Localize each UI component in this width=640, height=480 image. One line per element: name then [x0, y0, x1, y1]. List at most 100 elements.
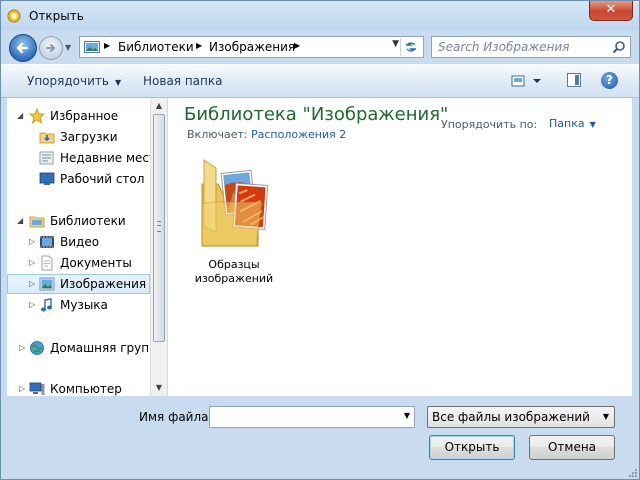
- breadcrumb-separator-icon[interactable]: ▶: [104, 41, 110, 50]
- recent-pages-dropdown[interactable]: ▼: [65, 44, 75, 52]
- chevron-down-icon: ▼: [602, 412, 609, 421]
- organize-label: Упорядочить: [27, 74, 109, 88]
- nav-label: Загрузки: [60, 130, 118, 144]
- back-arrow-icon: [16, 42, 29, 54]
- nav-item-music[interactable]: ▷ Музыка: [7, 295, 150, 315]
- change-view-button[interactable]: [511, 73, 541, 89]
- recent-places-icon: [39, 151, 54, 165]
- breadcrumb-separator-icon[interactable]: ▶: [294, 41, 300, 50]
- images-library-icon: [39, 277, 55, 291]
- locations-link[interactable]: Расположения 2: [251, 128, 346, 141]
- nav-item-documents[interactable]: ▷ Документы: [7, 253, 150, 273]
- nav-item-downloads[interactable]: Загрузки: [7, 127, 150, 147]
- filename-input[interactable]: ▼: [209, 406, 415, 428]
- scroll-down-icon[interactable]: ▼: [151, 380, 167, 396]
- nav-label: Изображения: [60, 277, 147, 291]
- star-icon: [29, 108, 45, 124]
- nav-item-video[interactable]: ▷ Видео: [7, 232, 150, 252]
- open-button[interactable]: Открыть: [429, 435, 515, 460]
- navigation-scrollbar[interactable]: ▲ ▼: [150, 98, 167, 396]
- nav-label: Документы: [60, 256, 132, 270]
- chevron-down-icon: ▼: [589, 120, 596, 129]
- folder-item[interactable]: Образцы изображений: [184, 154, 284, 286]
- scroll-up-icon[interactable]: ▲: [151, 98, 167, 114]
- resize-grip-icon[interactable]: [627, 467, 637, 477]
- nav-item-libraries[interactable]: ◢ Библиотеки: [7, 211, 150, 231]
- open-file-dialog: Открыть ✕ ▼ ▶ Библиотеки ▶ Изображения ▶: [0, 0, 640, 480]
- expand-icon[interactable]: ▷: [19, 384, 25, 393]
- libraries-icon: [29, 216, 45, 228]
- expand-icon[interactable]: ▷: [29, 300, 35, 309]
- chevron-down-icon: ▼: [114, 78, 122, 87]
- music-library-icon: [41, 298, 52, 312]
- refresh-button[interactable]: [400, 38, 421, 56]
- app-icon: [7, 9, 21, 23]
- expand-icon[interactable]: ▷: [29, 258, 35, 267]
- desktop-icon: [39, 172, 55, 185]
- nav-label: Домашняя группа: [50, 341, 150, 355]
- title-bar: Открыть ✕: [1, 1, 639, 31]
- address-dropdown-icon[interactable]: ▼: [392, 39, 399, 49]
- nav-label: Музыка: [60, 298, 108, 312]
- collapse-icon[interactable]: ◢: [17, 111, 23, 120]
- nav-item-favorites[interactable]: ◢ Избранное: [7, 106, 150, 126]
- homegroup-icon: [30, 341, 44, 355]
- nav-label: Недавние места: [60, 151, 150, 165]
- documents-library-icon: [41, 255, 53, 271]
- back-button[interactable]: [9, 34, 37, 62]
- navigation-pane: ◢ Избранное Загрузки Недавние места: [7, 98, 150, 396]
- search-icon[interactable]: [612, 40, 626, 54]
- file-type-select[interactable]: Все файлы изображений ▼: [427, 406, 615, 428]
- nav-item-homegroup[interactable]: ▷ Домашняя группа: [7, 338, 150, 358]
- includes-label: Включает:: [187, 128, 248, 141]
- chevron-down-icon[interactable]: ▼: [404, 411, 410, 420]
- forward-arrow-icon: [46, 44, 55, 52]
- preview-pane-button[interactable]: [567, 73, 581, 87]
- new-folder-button[interactable]: Новая папка: [143, 74, 222, 88]
- arrange-by-dropdown[interactable]: Папка ▼: [549, 117, 596, 130]
- arrange-by-label: Упорядочить по:: [441, 118, 538, 131]
- search-placeholder: Search Изображения: [438, 40, 570, 54]
- command-bar: Упорядочить ▼ Новая папка ?: [1, 64, 639, 98]
- nav-item-desktop[interactable]: Рабочий стол: [7, 169, 150, 189]
- expand-icon[interactable]: ▷: [29, 279, 35, 288]
- grip-icon: [157, 221, 161, 232]
- organize-button[interactable]: Упорядочить ▼: [27, 74, 121, 88]
- nav-item-images[interactable]: ▷ Изображения: [7, 274, 150, 294]
- nav-label: Библиотеки: [50, 214, 126, 228]
- address-bar[interactable]: ▶ Библиотеки ▶ Изображения ▶ ▼: [79, 36, 424, 58]
- cancel-button[interactable]: Отмена: [529, 435, 615, 460]
- refresh-icon: [406, 42, 416, 52]
- breadcrumb-images[interactable]: Изображения: [209, 40, 295, 54]
- nav-label: Компьютер: [50, 382, 122, 396]
- search-box[interactable]: Search Изображения: [431, 36, 631, 58]
- library-images-icon: [84, 41, 100, 53]
- expand-icon[interactable]: ▷: [29, 237, 35, 246]
- video-library-icon: [40, 236, 54, 248]
- nav-item-recent-places[interactable]: Недавние места: [7, 148, 150, 168]
- nav-label: Видео: [60, 235, 100, 249]
- file-type-value: Все файлы изображений: [432, 410, 590, 424]
- help-icon[interactable]: ?: [601, 72, 618, 89]
- nav-label: Избранное: [50, 109, 119, 123]
- nav-label: Рабочий стол: [60, 172, 145, 186]
- forward-button[interactable]: [39, 36, 63, 60]
- view-icon: [511, 75, 541, 87]
- scroll-thumb[interactable]: [153, 114, 165, 342]
- library-title: Библиотека "Изображения": [184, 104, 449, 125]
- breadcrumb-separator-icon[interactable]: ▶: [196, 41, 202, 50]
- arrange-by-value: Папка: [549, 117, 585, 130]
- collapse-icon[interactable]: ◢: [17, 216, 23, 225]
- downloads-folder-icon: [39, 132, 55, 144]
- pictures-folder-icon: [201, 159, 269, 247]
- folder-label: Образцы изображений: [194, 258, 274, 285]
- close-button[interactable]: ✕: [589, 1, 633, 21]
- breadcrumb-libraries[interactable]: Библиотеки: [118, 40, 194, 54]
- navigation-bar: ▼ ▶ Библиотеки ▶ Изображения ▶ ▼ Search …: [1, 31, 639, 63]
- filename-label: Имя файла:: [139, 410, 213, 424]
- nav-item-computer[interactable]: ▷ Компьютер: [7, 379, 150, 396]
- file-list-pane: Библиотека "Изображения" Включает: Распо…: [168, 98, 632, 396]
- window-title: Открыть: [29, 9, 84, 23]
- computer-icon: [29, 382, 45, 395]
- expand-icon[interactable]: ▷: [19, 343, 25, 352]
